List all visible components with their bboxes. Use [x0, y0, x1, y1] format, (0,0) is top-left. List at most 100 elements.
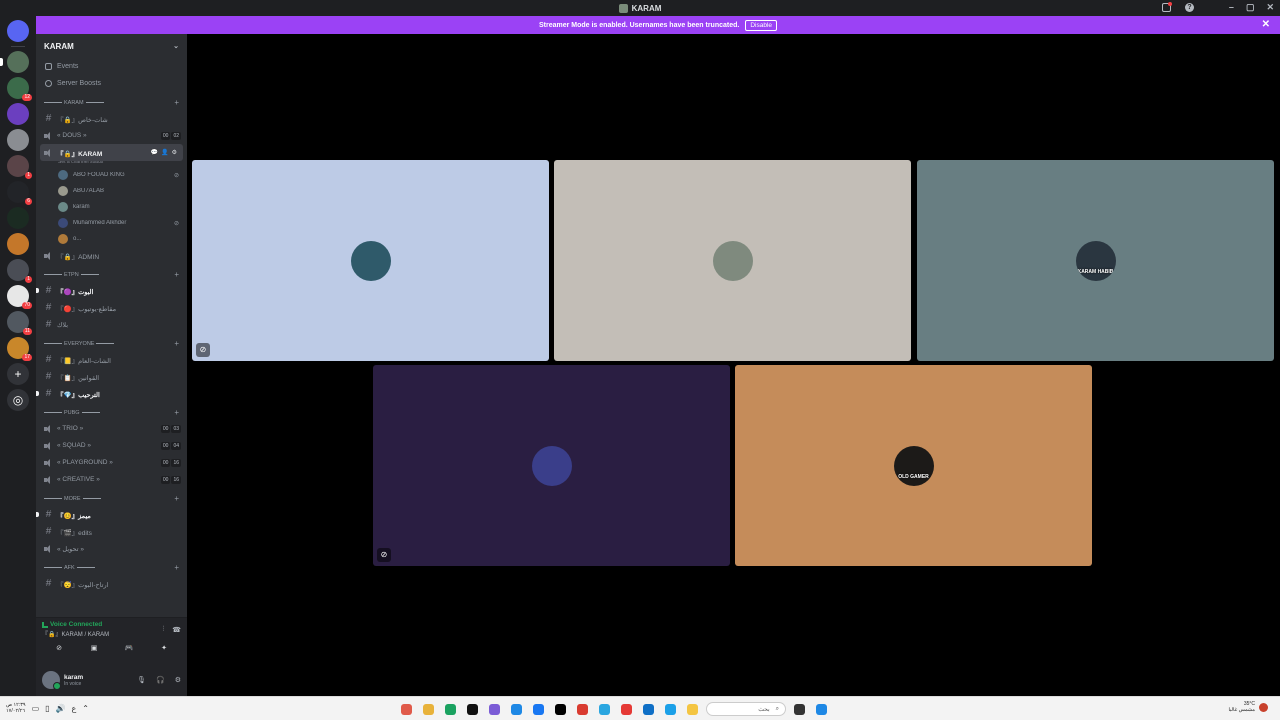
voice-member[interactable]: karam — [36, 199, 187, 215]
text-channel[interactable]: # 『💎』الترحيب — [36, 385, 187, 402]
disconnect-icon[interactable]: ☎ — [172, 626, 181, 634]
voice-channel-karam[interactable]: 『🔒』KARAM 💬 👤 ⚙ — [40, 144, 183, 161]
microphone-icon[interactable]: 🎙 — [137, 676, 146, 684]
add-channel-icon[interactable]: + — [174, 494, 179, 503]
inbox-icon[interactable] — [1162, 2, 1172, 12]
taskbar-app-icon[interactable] — [442, 701, 459, 717]
voice-member[interactable]: Muhammed Alkhder ⊘ — [36, 215, 187, 231]
server-header[interactable]: KARAM ⌄ — [36, 34, 187, 58]
taskbar-app-icon[interactable] — [420, 701, 437, 717]
clock[interactable]: ١٢:٣٩ ص ١٧/٠٢/٢٦ — [6, 702, 26, 714]
add-channel-icon[interactable]: + — [174, 563, 179, 572]
server-icon[interactable]: 17 — [7, 337, 32, 361]
taskbar-app-icon[interactable] — [398, 701, 415, 717]
voice-channel-trio[interactable]: « TRIO » 00 03 — [36, 420, 187, 437]
text-channel[interactable]: # 『🔒』شات-خاص — [36, 110, 187, 127]
server-boosts-link[interactable]: Server Boosts — [36, 75, 187, 92]
volume-icon[interactable]: 🔊 — [56, 704, 66, 713]
close-banner-icon[interactable]: ✕ — [1262, 19, 1270, 30]
add-channel-icon[interactable]: + — [174, 408, 179, 417]
avatar[interactable] — [42, 671, 61, 690]
taskbar-app-icon[interactable] — [618, 701, 635, 717]
notification-icon[interactable]: ▭ — [32, 704, 40, 713]
taskbar-app-icon[interactable] — [552, 701, 569, 717]
category-everyone[interactable]: EVERYONE + — [36, 336, 187, 351]
server-icon[interactable] — [7, 103, 29, 125]
text-channel[interactable]: # 『😴』ارتاح-البوت — [36, 575, 187, 592]
server-icon[interactable] — [0, 51, 29, 73]
events-link[interactable]: Events — [36, 58, 187, 75]
server-icon[interactable]: 11 — [7, 311, 32, 335]
add-channel-icon[interactable]: + — [174, 98, 179, 107]
text-channel[interactable]: # 『🔴』مقاطع-يوتيوب — [36, 299, 187, 316]
voice-channel[interactable]: « تحويل » — [36, 540, 187, 557]
taskbar-app-icon[interactable] — [791, 701, 808, 717]
taskbar-search[interactable]: بحث ⌕ — [706, 702, 786, 716]
server-icon[interactable] — [7, 129, 29, 151]
text-channel[interactable]: # 『📒』الشات-العام — [36, 351, 187, 368]
category-pubg[interactable]: PUBG + — [36, 405, 187, 420]
server-icon[interactable] — [7, 233, 29, 255]
participant-tile[interactable]: ⊘ — [373, 365, 730, 566]
taskbar-app-icon[interactable] — [486, 701, 503, 717]
maximize-icon[interactable]: ▢ — [1246, 2, 1255, 13]
windows-start-icon[interactable] — [813, 701, 830, 717]
camera-off-button[interactable]: ⊘ — [46, 642, 72, 653]
disable-streamer-mode-button[interactable]: Disable — [745, 19, 778, 31]
chat-icon[interactable]: 💬 — [151, 149, 158, 156]
taskbar-app-icon[interactable] — [684, 701, 701, 717]
server-icon[interactable]: 1 — [7, 155, 32, 179]
text-channel[interactable]: # 『🎬』edits — [36, 523, 187, 540]
home-button[interactable] — [7, 20, 29, 42]
server-icon[interactable]: 70 — [7, 285, 32, 309]
voice-channel-duos[interactable]: « DOUS » 00 02 — [36, 127, 187, 144]
taskbar-app-icon[interactable] — [596, 701, 613, 717]
text-channel[interactable]: # بلاك — [36, 316, 187, 333]
text-channel[interactable]: # 『🟣』البوت — [36, 282, 187, 299]
participant-tile[interactable]: KARAM HABIB — [917, 160, 1274, 361]
voice-channel-creative[interactable]: « CREATIVE » 00 16 — [36, 471, 187, 488]
server-icon[interactable]: 6 — [7, 181, 32, 205]
voice-channel-playground[interactable]: « PLAYGROUND » 00 16 — [36, 454, 187, 471]
gear-icon[interactable]: ⚙ — [172, 149, 177, 156]
minimize-icon[interactable]: – — [1229, 2, 1234, 13]
voice-channel-squad[interactable]: « SQUAD » 00 04 — [36, 437, 187, 454]
voice-member[interactable]: o... — [36, 231, 187, 247]
text-channel[interactable]: # 『😊』ميمز — [36, 506, 187, 523]
activities-button[interactable]: 🎮 — [116, 642, 142, 653]
voice-connected-status[interactable]: Voice Connected — [42, 621, 109, 628]
participant-tile[interactable] — [554, 160, 911, 361]
participant-tile[interactable]: OLD GAMER — [735, 365, 1092, 566]
battery-icon[interactable]: ▯ — [45, 704, 49, 713]
text-channel[interactable]: # 『📋』القوانين — [36, 368, 187, 385]
help-icon[interactable]: ? — [1185, 3, 1194, 12]
add-channel-icon[interactable]: + — [174, 270, 179, 279]
add-channel-icon[interactable]: + — [174, 339, 179, 348]
weather-widget[interactable]: 35°C مشمس غالبا — [1229, 701, 1268, 713]
language-icon[interactable]: ع — [72, 704, 77, 713]
taskbar-app-icon[interactable] — [530, 701, 547, 717]
voice-member[interactable]: ABO FOUAD KING ⊘ — [36, 167, 187, 183]
voice-channel-admin[interactable]: 『🔒』ADMIN — [36, 247, 187, 264]
server-icon[interactable]: 1 — [7, 259, 32, 283]
category-more[interactable]: MORE + — [36, 491, 187, 506]
taskbar-app-icon[interactable] — [508, 701, 525, 717]
invite-icon[interactable]: 👤 — [161, 149, 168, 156]
soundboard-button[interactable]: ✦ — [151, 642, 177, 653]
category-karam[interactable]: KARAM + — [36, 95, 187, 110]
voice-member[interactable]: ABU7ALAB — [36, 183, 187, 199]
participant-tile[interactable]: ⊘ — [192, 160, 549, 361]
taskbar-app-icon[interactable] — [464, 701, 481, 717]
taskbar-app-icon[interactable] — [574, 701, 591, 717]
close-window-icon[interactable]: ✕ — [1266, 2, 1274, 13]
server-icon[interactable] — [7, 207, 29, 229]
discover-icon[interactable]: ◎ — [7, 389, 29, 411]
chevron-up-icon[interactable]: ⌃ — [82, 704, 89, 713]
server-icon[interactable]: 12 — [7, 77, 32, 101]
taskbar-app-icon[interactable] — [640, 701, 657, 717]
category-afk[interactable]: AFK + — [36, 560, 187, 575]
taskbar-app-icon[interactable] — [662, 701, 679, 717]
screen-share-button[interactable]: ▣ — [81, 642, 107, 653]
category-etpn[interactable]: ETPN + — [36, 267, 187, 282]
noise-suppression-icon[interactable]: ⫶ — [163, 626, 165, 634]
